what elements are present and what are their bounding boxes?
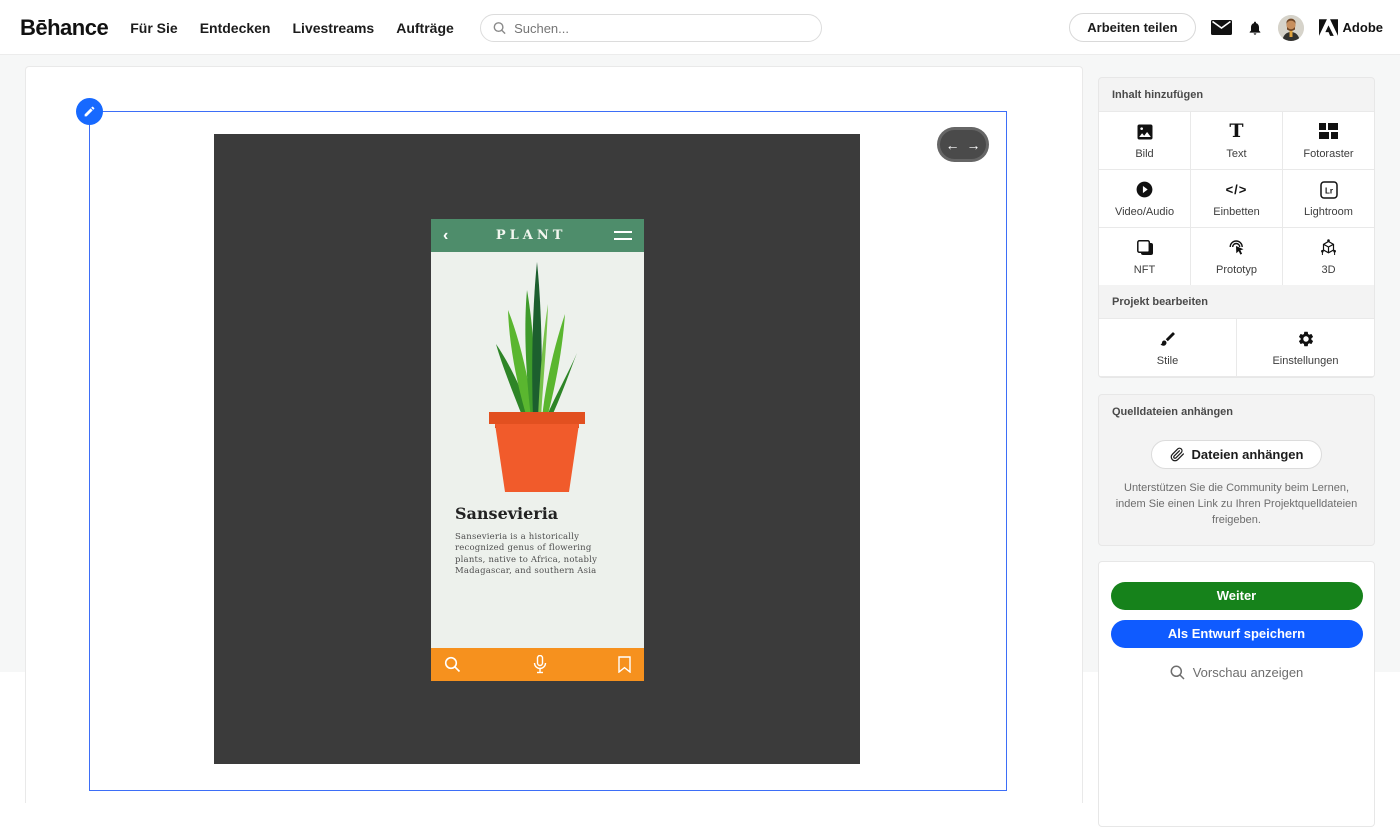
embed-icon: </> [1226, 182, 1248, 197]
bookmark-icon [618, 656, 631, 673]
plant-app-header: ‹ PLANT [431, 219, 644, 252]
adobe-mark-icon [1319, 19, 1338, 36]
prototype-icon [1227, 238, 1246, 257]
plant-description: Sansevieria is a historically recognized… [455, 532, 619, 577]
lightroom-icon: Lr [1320, 181, 1338, 199]
search-input-container[interactable] [480, 14, 822, 42]
image-icon [1135, 122, 1155, 142]
tool-nft[interactable]: NFT [1099, 228, 1190, 285]
editor-sidebar: Inhalt hinzufügen Bild T Text Fotoraster… [1098, 77, 1375, 827]
nav-link-jobs[interactable]: Aufträge [396, 20, 454, 36]
share-work-button[interactable]: Arbeiten teilen [1069, 13, 1195, 42]
plant-app-toolbar [431, 648, 644, 681]
tool-3d[interactable]: 3D [1283, 228, 1374, 285]
tool-image[interactable]: Bild [1099, 112, 1190, 169]
user-avatar[interactable] [1278, 15, 1304, 41]
cube-icon [1319, 238, 1338, 257]
arrow-left-icon: ← [946, 137, 960, 153]
microphone-icon [533, 655, 547, 674]
search-icon [1170, 665, 1185, 680]
edit-project-header: Projekt bearbeiten [1099, 285, 1374, 318]
edit-module-button[interactable] [76, 98, 103, 125]
arrow-right-icon: → [967, 137, 981, 153]
source-files-panel: Quelldateien anhängen Dateien anhängen U… [1098, 394, 1375, 546]
search-icon [493, 21, 506, 35]
content-tools-panel: Inhalt hinzufügen Bild T Text Fotoraster… [1098, 77, 1375, 378]
menu-icon [614, 231, 632, 240]
save-draft-button[interactable]: Als Entwurf speichern [1111, 620, 1363, 648]
svg-text:Lr: Lr [1325, 186, 1333, 195]
photogrid-icon [1319, 123, 1338, 140]
sansevieria-illustration [467, 256, 607, 496]
plant-app-body: Sansevieria Sansevieria is a historicall… [431, 252, 644, 648]
attach-sources-description: Unterstützen Sie die Community beim Lern… [1113, 481, 1360, 529]
play-icon [1135, 180, 1154, 199]
text-icon: T [1229, 122, 1243, 141]
plant-app-mockup: ‹ PLANT San [431, 219, 644, 681]
gear-icon [1297, 330, 1315, 348]
tool-text[interactable]: T Text [1191, 112, 1282, 169]
project-editor-canvas: ‹ PLANT San [25, 66, 1083, 803]
paperclip-icon [1170, 447, 1185, 462]
tool-prototype[interactable]: Prototyp [1191, 228, 1282, 285]
brush-icon [1159, 330, 1177, 348]
mail-icon[interactable] [1211, 20, 1232, 35]
tool-styles[interactable]: Stile [1099, 319, 1236, 376]
nft-icon [1136, 239, 1154, 257]
continue-button[interactable]: Weiter [1111, 582, 1363, 610]
search-icon [444, 656, 461, 673]
adobe-logo[interactable]: Adobe [1319, 19, 1383, 36]
show-preview-link[interactable]: Vorschau anzeigen [1170, 665, 1304, 680]
uploaded-image[interactable]: ‹ PLANT San [214, 134, 860, 764]
tool-embed[interactable]: </> Einbetten [1191, 170, 1282, 227]
top-navbar: Bēhance Für Sie Entdecken Livestreams Au… [0, 0, 1400, 55]
nav-link-livestreams[interactable]: Livestreams [293, 20, 375, 36]
search-input[interactable] [514, 21, 809, 36]
pencil-icon [83, 105, 96, 118]
tool-video-audio[interactable]: Video/Audio [1099, 170, 1190, 227]
add-content-header: Inhalt hinzufügen [1099, 78, 1374, 111]
tool-lightroom[interactable]: Lr Lightroom [1283, 170, 1374, 227]
tool-settings[interactable]: Einstellungen [1237, 319, 1374, 376]
attach-sources-header: Quelldateien anhängen [1099, 395, 1374, 428]
reorder-arrows-button[interactable]: ← → [937, 127, 989, 162]
tool-photogrid[interactable]: Fotoraster [1283, 112, 1374, 169]
behance-logo[interactable]: Bēhance [20, 15, 108, 41]
nav-link-discover[interactable]: Entdecken [200, 20, 271, 36]
plant-app-title: PLANT [448, 228, 614, 243]
nav-link-for-you[interactable]: Für Sie [130, 20, 177, 36]
plant-name-heading: Sansevieria [455, 504, 558, 523]
publish-actions-panel: Weiter Als Entwurf speichern Vorschau an… [1098, 561, 1375, 827]
bell-icon[interactable] [1247, 19, 1263, 37]
attach-files-button[interactable]: Dateien anhängen [1151, 440, 1323, 469]
